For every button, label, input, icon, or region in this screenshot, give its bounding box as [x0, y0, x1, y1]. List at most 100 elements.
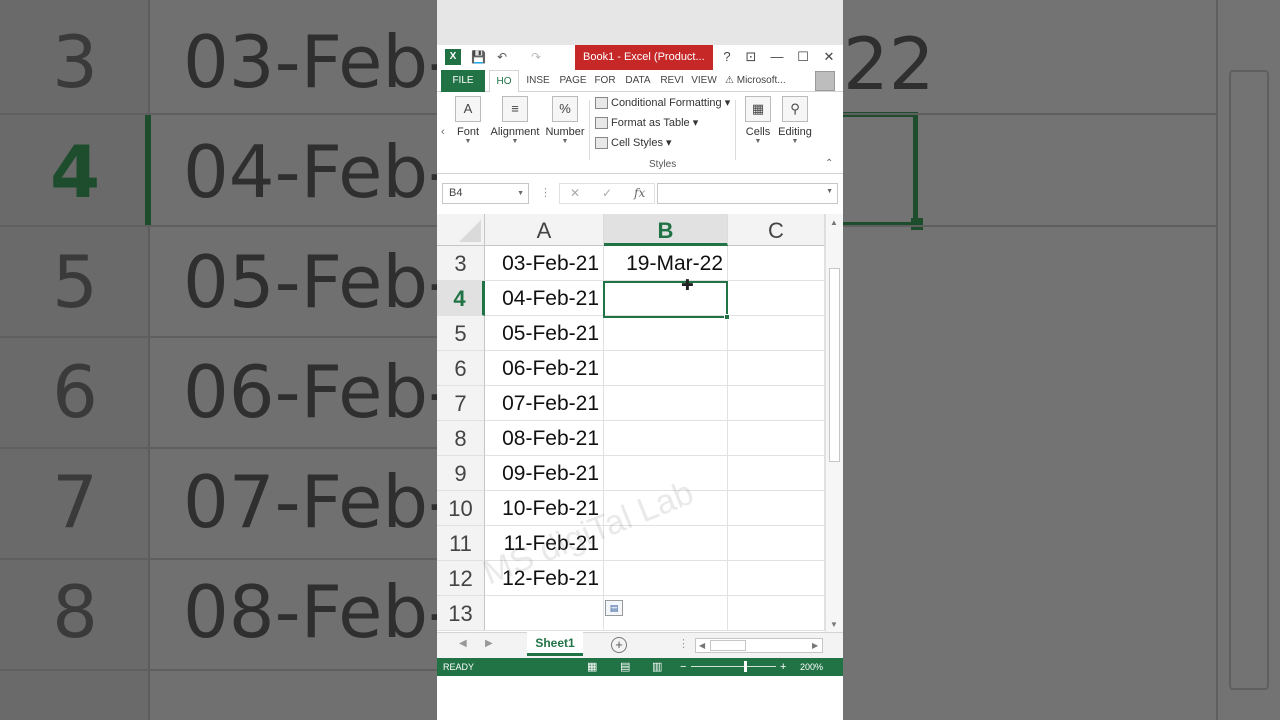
zoom-slider[interactable]: [691, 666, 776, 667]
cell-b10[interactable]: [604, 491, 728, 526]
cell-c9[interactable]: [728, 456, 825, 491]
cell-c7[interactable]: [728, 386, 825, 421]
cell-a5[interactable]: 05-Feb-21: [485, 316, 604, 351]
account-label[interactable]: ⚠ Microsoft...: [725, 70, 809, 92]
cell-b8[interactable]: [604, 421, 728, 456]
cell-a3[interactable]: 03-Feb-21: [485, 246, 604, 281]
save-icon[interactable]: 💾: [471, 49, 486, 66]
row-header[interactable]: 5: [437, 316, 485, 351]
editing-group-button[interactable]: ⚲ Editing ▼: [777, 96, 813, 145]
font-group-button[interactable]: A Font ▼: [451, 96, 485, 145]
cell-c3[interactable]: [728, 246, 825, 281]
row-header[interactable]: 13: [437, 596, 485, 631]
prev-sheet-icon[interactable]: ◀: [459, 638, 467, 649]
zoom-level[interactable]: 200%: [800, 658, 823, 676]
row-header[interactable]: 4: [437, 281, 485, 316]
row-header[interactable]: 11: [437, 526, 485, 561]
cell-b6[interactable]: [604, 351, 728, 386]
scroll-up-icon[interactable]: ▲: [830, 218, 838, 227]
scroll-left-icon[interactable]: ◀: [699, 639, 705, 652]
cell-c6[interactable]: [728, 351, 825, 386]
row-header[interactable]: 12: [437, 561, 485, 596]
horizontal-scrollbar[interactable]: ◀ ▶: [695, 638, 823, 653]
tab-file[interactable]: FILE: [441, 70, 485, 92]
tab-splitter-icon[interactable]: ⋮: [678, 637, 689, 650]
cell-b9[interactable]: [604, 456, 728, 491]
maximize-button[interactable]: ☐: [791, 47, 815, 67]
select-all-corner[interactable]: [437, 214, 485, 246]
row-header[interactable]: 8: [437, 421, 485, 456]
cell-a6[interactable]: 06-Feb-21: [485, 351, 604, 386]
next-sheet-icon[interactable]: ▶: [485, 638, 493, 649]
cell-a10[interactable]: 10-Feb-21: [485, 491, 604, 526]
scroll-right-icon[interactable]: ▶: [812, 639, 818, 652]
tab-page-layout[interactable]: PAGE: [557, 70, 589, 92]
cell-b12[interactable]: [604, 561, 728, 596]
cell-c11[interactable]: [728, 526, 825, 561]
auto-fill-options-icon[interactable]: ▤: [605, 600, 623, 616]
tab-insert[interactable]: INSE: [523, 70, 553, 92]
cancel-entry-icon[interactable]: ✕: [570, 184, 580, 203]
column-header-c[interactable]: C: [728, 214, 825, 246]
zoom-slider-thumb[interactable]: [744, 661, 747, 672]
cell-a13[interactable]: [485, 596, 604, 631]
redo-icon[interactable]: ↷: [531, 49, 541, 66]
sheet-tab-sheet1[interactable]: Sheet1: [527, 632, 583, 656]
cell-c4[interactable]: [728, 281, 825, 316]
cell-c8[interactable]: [728, 421, 825, 456]
cell-c5[interactable]: [728, 316, 825, 351]
help-button[interactable]: ?: [715, 47, 739, 67]
format-as-table-button[interactable]: Format as Table ▾: [595, 116, 698, 130]
minimize-button[interactable]: —: [765, 47, 789, 67]
zoom-in-button[interactable]: +: [780, 658, 786, 676]
cell-b7[interactable]: [604, 386, 728, 421]
enter-entry-icon[interactable]: ✓: [602, 184, 612, 203]
cell-a11[interactable]: 11-Feb-21: [485, 526, 604, 561]
cell-c10[interactable]: [728, 491, 825, 526]
formula-input[interactable]: ▼: [657, 183, 838, 204]
column-header-a[interactable]: A: [485, 214, 604, 246]
cells-group-button[interactable]: ▦ Cells ▼: [741, 96, 775, 145]
cell-c13[interactable]: [728, 596, 825, 631]
normal-view-icon[interactable]: ▦: [587, 658, 597, 676]
collapse-ribbon-icon[interactable]: ⌃: [825, 158, 833, 169]
cell-a4[interactable]: 04-Feb-21: [485, 281, 604, 316]
page-layout-view-icon[interactable]: ▤: [620, 658, 630, 676]
tab-view[interactable]: VIEW: [689, 70, 719, 92]
row-header[interactable]: 9: [437, 456, 485, 491]
vertical-scrollbar[interactable]: ▲ ▼: [825, 214, 843, 632]
horizontal-scroll-thumb[interactable]: [710, 640, 746, 651]
zoom-out-button[interactable]: −: [680, 658, 686, 676]
cell-b11[interactable]: [604, 526, 728, 561]
scroll-down-icon[interactable]: ▼: [830, 620, 838, 629]
insert-function-icon[interactable]: fx: [634, 184, 645, 203]
undo-icon[interactable]: ↶: [497, 49, 507, 66]
cell-styles-button[interactable]: Cell Styles ▾: [595, 136, 672, 150]
tab-data[interactable]: DATA: [623, 70, 653, 92]
name-box[interactable]: B4 ▼: [442, 183, 529, 204]
vertical-scroll-thumb[interactable]: [829, 268, 840, 462]
add-sheet-button[interactable]: +: [611, 637, 627, 653]
close-button[interactable]: ✕: [817, 47, 841, 67]
row-header[interactable]: 10: [437, 491, 485, 526]
row-header[interactable]: 6: [437, 351, 485, 386]
ribbon-display-button[interactable]: ⊡: [739, 47, 763, 67]
user-avatar[interactable]: [815, 71, 835, 91]
cell-a12[interactable]: 12-Feb-21: [485, 561, 604, 596]
column-header-b[interactable]: B: [604, 214, 728, 246]
tab-formulas[interactable]: FOR: [591, 70, 619, 92]
tab-home[interactable]: HO: [489, 70, 519, 92]
cell-b3[interactable]: 19-Mar-22: [604, 246, 728, 281]
cell-c12[interactable]: [728, 561, 825, 596]
page-break-view-icon[interactable]: ▥: [652, 658, 662, 676]
tab-review[interactable]: REVI: [657, 70, 687, 92]
worksheet-grid[interactable]: A B C 3 03-Feb-21 19-Mar-22 4 04-Feb-21 5 05-F…: [437, 214, 843, 632]
conditional-formatting-button[interactable]: Conditional Formatting ▾: [595, 96, 730, 110]
cell-a7[interactable]: 07-Feb-21: [485, 386, 604, 421]
ribbon-scroll-left-icon[interactable]: ‹: [441, 126, 445, 138]
row-header[interactable]: 3: [437, 246, 485, 281]
row-header[interactable]: 7: [437, 386, 485, 421]
fill-handle[interactable]: [724, 314, 730, 320]
cell-b5[interactable]: [604, 316, 728, 351]
cell-a8[interactable]: 08-Feb-21: [485, 421, 604, 456]
